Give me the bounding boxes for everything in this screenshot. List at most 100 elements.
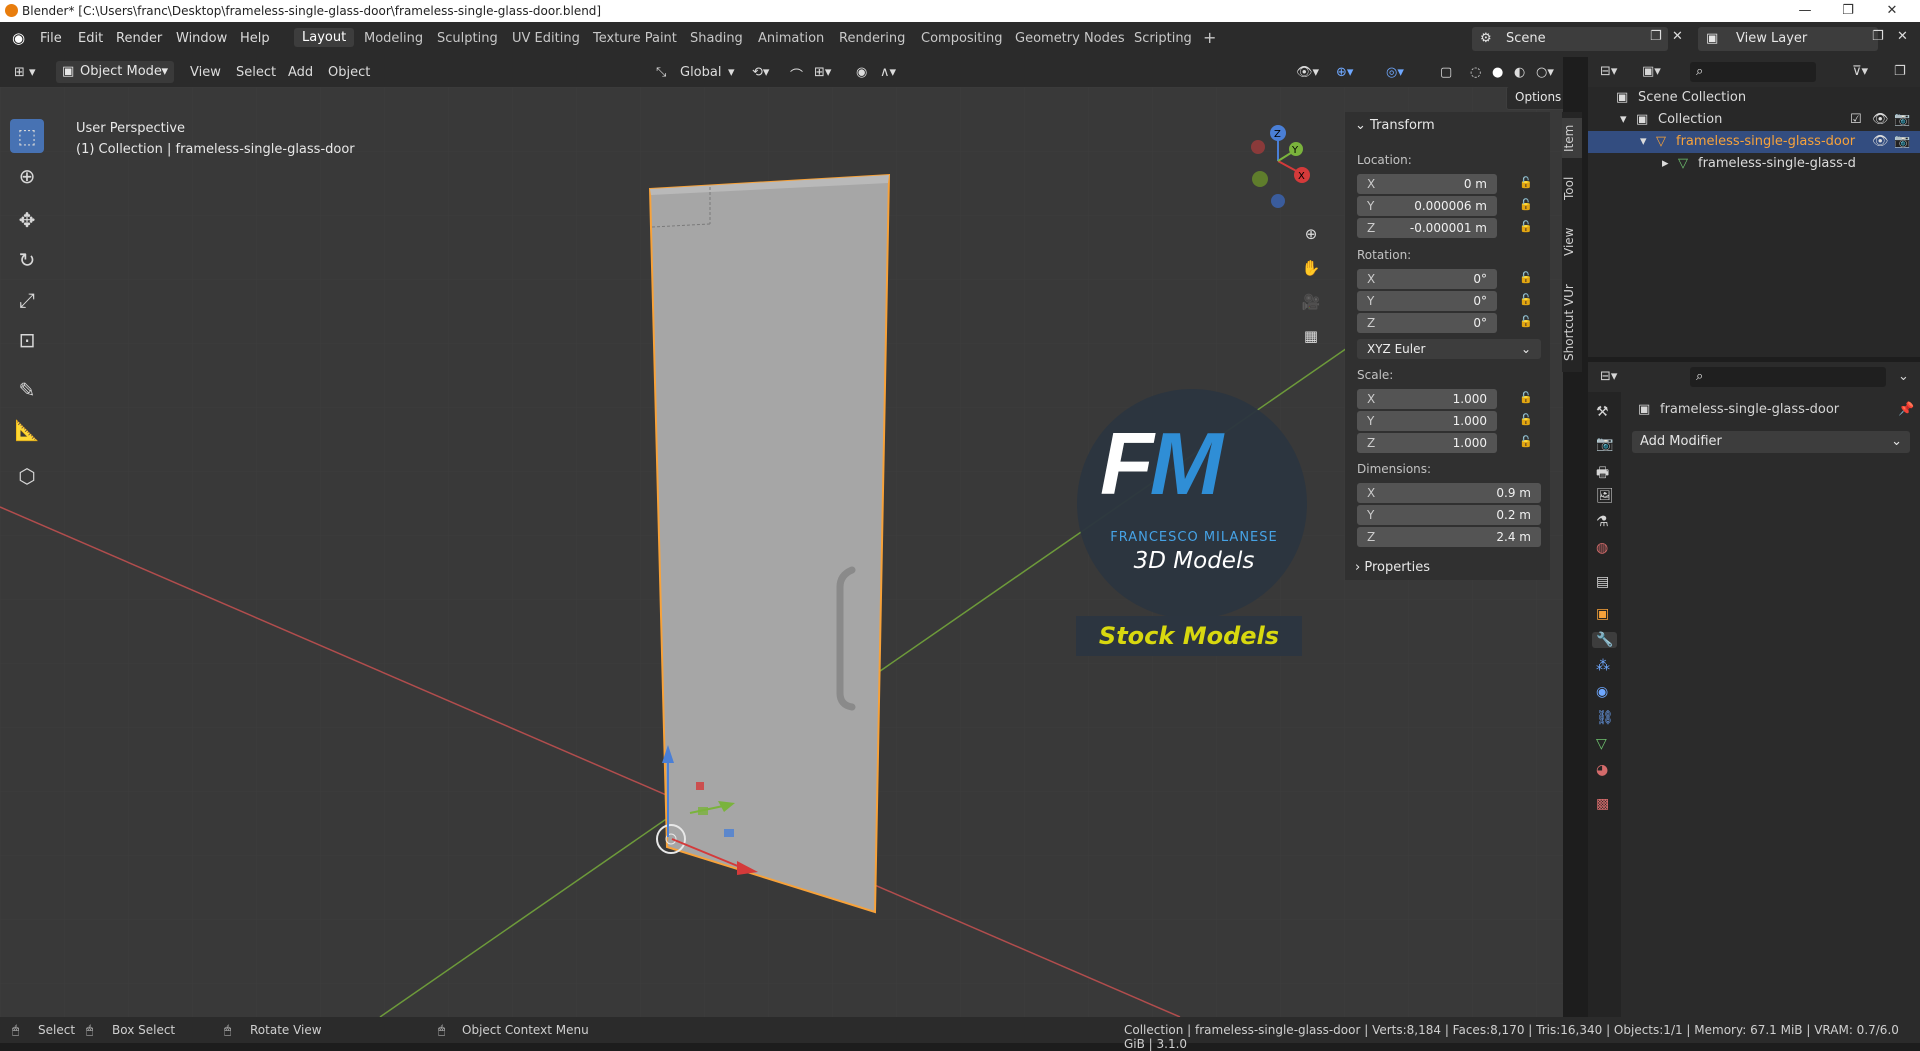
- editor-type-icon[interactable]: ⊟▾: [1600, 369, 1617, 384]
- render-properties-icon[interactable]: 📷: [1596, 436, 1613, 452]
- menu-view[interactable]: View: [190, 65, 221, 80]
- lock-icon[interactable]: 🔓: [1519, 391, 1533, 404]
- chevron-down-icon[interactable]: ▾: [1620, 112, 1627, 127]
- proportional-edit-icon[interactable]: ◉: [856, 65, 867, 80]
- properties-section-header[interactable]: › Properties: [1355, 560, 1430, 575]
- material-properties-icon[interactable]: ◕: [1596, 762, 1608, 778]
- tab-modeling[interactable]: Modeling: [364, 31, 423, 46]
- lock-icon[interactable]: 🔓: [1519, 271, 1533, 284]
- annotate-tool-icon[interactable]: ✎: [10, 373, 44, 407]
- pivot-point-icon[interactable]: ⟲▾: [752, 65, 769, 80]
- collection-properties-icon[interactable]: ▤: [1596, 574, 1609, 590]
- tab-sculpting[interactable]: Sculpting: [437, 31, 498, 46]
- eye-icon[interactable]: 👁: [1872, 112, 1889, 127]
- transform-orientation-dropdown[interactable]: Global: [680, 65, 721, 80]
- location-y-field[interactable]: Y 0.000006 m: [1357, 196, 1497, 216]
- view-layer-new-icon[interactable]: ❐: [1872, 29, 1884, 44]
- menu-select[interactable]: Select: [236, 65, 276, 80]
- pan-hand-icon[interactable]: ✋: [1296, 253, 1326, 283]
- overlays-icon[interactable]: ◎▾: [1386, 65, 1404, 80]
- dimensions-z-field[interactable]: Z 2.4 m: [1357, 527, 1541, 547]
- scene-new-icon[interactable]: ❐: [1650, 29, 1662, 44]
- filter-icon[interactable]: ⊽▾: [1852, 64, 1868, 79]
- menu-file[interactable]: File: [40, 31, 62, 46]
- pin-icon[interactable]: 📌: [1898, 402, 1914, 417]
- dimensions-y-field[interactable]: Y 0.2 m: [1357, 505, 1541, 525]
- lock-icon[interactable]: 🔓: [1519, 176, 1533, 189]
- tab-scripting[interactable]: Scripting: [1134, 31, 1192, 46]
- measure-tool-icon[interactable]: 📐: [10, 413, 44, 447]
- rotate-tool-icon[interactable]: ↻: [10, 243, 44, 277]
- scale-z-field[interactable]: Z 1.000: [1357, 433, 1497, 453]
- tab-shortcut-vur[interactable]: Shortcut VUr: [1562, 278, 1582, 368]
- tab-shading[interactable]: Shading: [690, 31, 743, 46]
- options-dropdown[interactable]: Options ▾: [1506, 87, 1563, 110]
- outliner-row-mesh[interactable]: ▸ ▽ frameless-single-glass-d: [1588, 153, 1920, 175]
- select-box-tool-icon[interactable]: ⬚: [10, 119, 44, 153]
- camera-icon[interactable]: 📷: [1894, 112, 1910, 127]
- chevron-right-icon[interactable]: ▸: [1662, 156, 1669, 171]
- snap-target-icon[interactable]: ⊞▾: [814, 65, 831, 80]
- scene-delete-icon[interactable]: ✕: [1672, 29, 1683, 44]
- display-mode-icon[interactable]: ▣▾: [1642, 64, 1661, 79]
- wireframe-shading-icon[interactable]: ◌: [1470, 65, 1481, 80]
- output-properties-icon[interactable]: 🖶: [1596, 462, 1609, 486]
- tool-properties-icon[interactable]: ⚒: [1596, 404, 1609, 420]
- tab-layout[interactable]: Layout: [294, 28, 355, 47]
- world-properties-icon[interactable]: ◍: [1596, 540, 1608, 556]
- tab-geometry-nodes[interactable]: Geometry Nodes: [1015, 31, 1125, 46]
- menu-edit[interactable]: Edit: [78, 31, 103, 46]
- move-tool-icon[interactable]: ✥: [10, 203, 44, 237]
- constraints-properties-icon[interactable]: ⛓: [1596, 710, 1614, 726]
- lock-icon[interactable]: 🔓: [1519, 413, 1533, 426]
- view-layer-delete-icon[interactable]: ✕: [1897, 29, 1908, 44]
- lock-icon[interactable]: 🔓: [1519, 220, 1533, 233]
- lock-icon[interactable]: 🔓: [1519, 435, 1533, 448]
- transform-section-header[interactable]: ⌄ Transform: [1355, 118, 1435, 133]
- lock-icon[interactable]: 🔓: [1519, 198, 1533, 211]
- camera-view-icon[interactable]: 🎥: [1296, 287, 1326, 317]
- tab-rendering[interactable]: Rendering: [839, 31, 905, 46]
- solid-shading-icon[interactable]: ●: [1492, 65, 1503, 80]
- tab-animation[interactable]: Animation: [758, 31, 824, 46]
- menu-object[interactable]: Object: [328, 65, 370, 80]
- blender-menu-icon[interactable]: ◉: [12, 29, 25, 47]
- menu-render[interactable]: Render: [116, 31, 162, 46]
- menu-window[interactable]: Window: [176, 31, 227, 46]
- physics-properties-icon[interactable]: ◉: [1596, 684, 1608, 700]
- location-x-field[interactable]: X 0 m: [1357, 174, 1497, 194]
- texture-properties-icon[interactable]: ▩: [1596, 796, 1609, 812]
- eye-icon[interactable]: 👁: [1872, 134, 1889, 149]
- minimize-icon[interactable]: —: [1785, 1, 1825, 21]
- lock-icon[interactable]: 🔓: [1519, 315, 1533, 328]
- chevron-down-icon[interactable]: ▾: [1640, 134, 1647, 149]
- tab-view[interactable]: View: [1562, 222, 1582, 262]
- close-icon[interactable]: ✕: [1872, 1, 1912, 21]
- outliner-row-scene-collection[interactable]: ▣ Scene Collection: [1588, 87, 1920, 109]
- location-z-field[interactable]: Z -0.000001 m: [1357, 218, 1497, 238]
- snap-icon[interactable]: ⌒: [790, 65, 803, 84]
- rotation-mode-dropdown[interactable]: XYZ Euler ⌄: [1357, 339, 1541, 359]
- modifier-properties-icon[interactable]: 🔧: [1592, 632, 1618, 648]
- restore-icon[interactable]: ❐: [1828, 1, 1868, 21]
- rotation-y-field[interactable]: Y 0°: [1357, 291, 1497, 311]
- tab-tool[interactable]: Tool: [1562, 170, 1582, 206]
- scale-y-field[interactable]: Y 1.000: [1357, 411, 1497, 431]
- navigation-gizmo[interactable]: Z X Y: [1238, 121, 1318, 211]
- tab-uv-editing[interactable]: UV Editing: [512, 31, 580, 46]
- perspective-toggle-icon[interactable]: ▦: [1296, 321, 1326, 351]
- view-layer-properties-icon[interactable]: 🖼: [1596, 488, 1614, 504]
- xray-icon[interactable]: ▢: [1440, 65, 1452, 80]
- tab-item[interactable]: Item: [1562, 118, 1582, 158]
- camera-icon[interactable]: 📷: [1894, 134, 1910, 149]
- transform-tool-icon[interactable]: ⊡: [10, 323, 44, 357]
- tab-texture-paint[interactable]: Texture Paint: [593, 31, 677, 46]
- scale-x-field[interactable]: X 1.000: [1357, 389, 1497, 409]
- gizmo-icon[interactable]: ⊕▾: [1336, 65, 1353, 80]
- dimensions-x-field[interactable]: X 0.9 m: [1357, 483, 1541, 503]
- outliner-row-collection[interactable]: ▾ ▣ Collection ☑ 👁 📷: [1588, 109, 1920, 131]
- scene-properties-icon[interactable]: ⚗: [1596, 514, 1609, 530]
- rendered-shading-icon[interactable]: ○▾: [1536, 65, 1554, 80]
- properties-search-input[interactable]: ⌕: [1690, 367, 1886, 387]
- 3d-viewport[interactable]: User Perspective (1) Collection | framel…: [0, 87, 1563, 1017]
